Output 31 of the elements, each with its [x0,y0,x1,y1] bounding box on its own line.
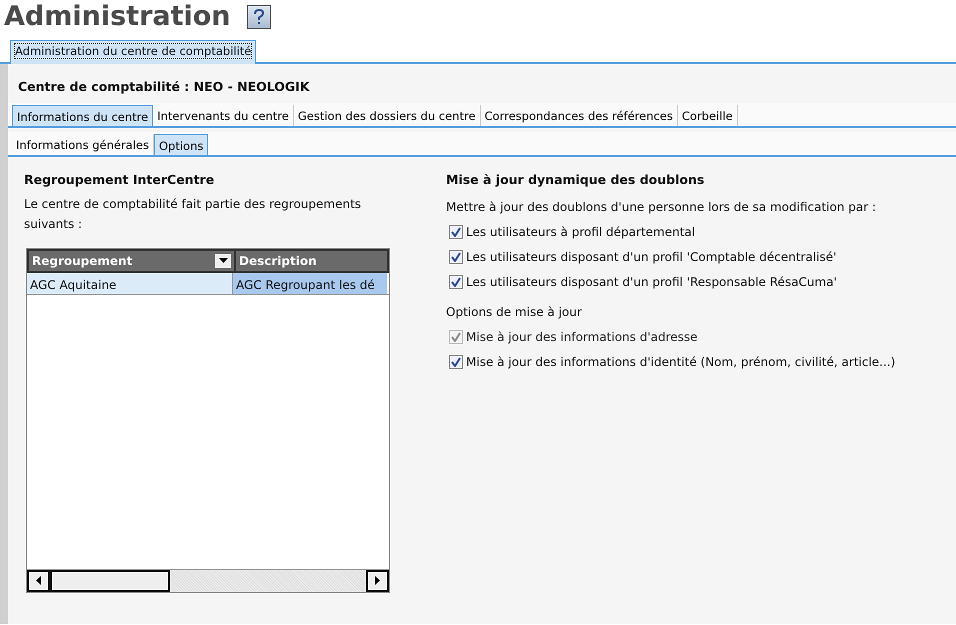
scroll-left-icon[interactable] [27,570,50,592]
checkbox-label: Les utilisateurs disposant d'un profil 'Comptable décentralisé' [466,248,836,266]
tab[interactable]: Intervenants du centre [153,104,294,126]
checkbox-label: Mise à jour des informations d'identité (Nom, prénom, civilité, article...) [466,354,896,370]
column-header[interactable]: Regroupement [29,250,234,270]
subheading-text: Options de mise à jour [446,304,583,320]
help-icon[interactable] [246,5,271,29]
description-text: Le centre de comptabilité fait partie des regroupements suivants : [24,196,362,232]
checkbox[interactable] [449,224,463,238]
tab[interactable]: Correspondances des références [480,104,678,126]
tab[interactable]: Options [154,134,208,155]
tab[interactable]: Corbeille [678,104,738,126]
horizontal-scrollbar[interactable] [27,568,389,592]
checkbox-label: Les utilisateurs disposant d'un profil 'Responsable RésaCuma' [466,274,837,290]
tab[interactable]: Gestion des dossiers du centre [294,104,481,126]
instruction-text: Mettre à jour des doublons d'une personne lors de sa modification par : [446,198,878,216]
checkbox-label: Mise à jour des informations d'adresse [466,328,698,346]
checkbox-label: Les utilisateurs à profil départemental [466,224,696,240]
checkbox[interactable] [449,250,463,264]
scroll-thumb[interactable] [50,570,170,592]
section-tab[interactable]: Administration du centre de comptabilité [10,40,256,64]
column-header[interactable]: Description [234,250,383,270]
tab[interactable]: Informations du centre [12,104,154,126]
scroll-right-icon[interactable] [366,570,389,592]
center-label: Centre de comptabilité : NEO - NEOLOGIK [17,78,311,96]
section-heading: Regroupement InterCentre [24,170,216,189]
section-heading: Mise à jour dynamique des doublons [446,170,706,189]
checkbox[interactable] [449,354,463,368]
page-title: Administration [3,0,231,34]
checkbox[interactable] [449,274,463,288]
dropdown-icon[interactable] [215,254,231,268]
